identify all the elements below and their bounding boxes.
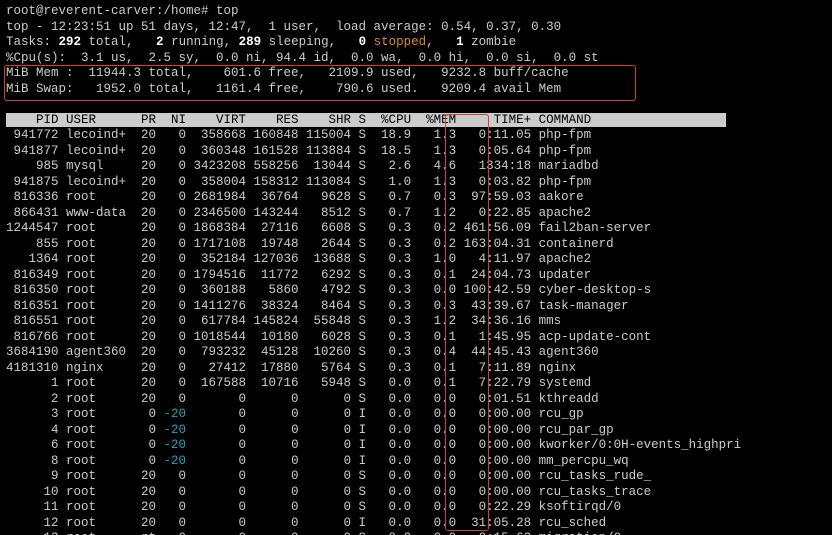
- process-row: 8 root 0 -20 0 0 0 I 0.0 0.0 0:00.00 mm_…: [6, 454, 826, 470]
- process-row: 816336 root 20 0 2681984 36764 9628 S 0.…: [6, 190, 826, 206]
- stopped-label: stopped: [374, 35, 427, 49]
- process-row: 2 root 20 0 0 0 0 S 0.0 0.0 0:01.51 kthr…: [6, 392, 826, 408]
- process-row: 816349 root 20 0 1794516 11772 6292 S 0.…: [6, 268, 826, 284]
- process-row: 3 root 0 -20 0 0 0 I 0.0 0.0 0:00.00 rcu…: [6, 407, 826, 423]
- process-row: 816551 root 20 0 617784 145824 55848 S 0…: [6, 314, 826, 330]
- process-row: 855 root 20 0 1717108 19748 2644 S 0.3 0…: [6, 237, 826, 253]
- process-row: 1244547 root 20 0 1868384 27116 6608 S 0…: [6, 221, 826, 237]
- process-row: 816351 root 20 0 1411276 38324 8464 S 0.…: [6, 299, 826, 315]
- process-row: 866431 www-data 20 0 2346500 143244 8512…: [6, 206, 826, 222]
- process-row: 941877 lecoind+ 20 0 360348 161528 11388…: [6, 144, 826, 160]
- process-row: 6 root 0 -20 0 0 0 I 0.0 0.0 0:00.00 kwo…: [6, 438, 826, 454]
- swap-line: MiB Swap: 1952.0 total, 1161.4 free, 790…: [6, 82, 826, 98]
- process-row: 9 root 20 0 0 0 0 S 0.0 0.0 0:00.00 rcu_…: [6, 469, 826, 485]
- tasks-running: 2: [156, 35, 171, 49]
- tasks-label: Tasks:: [6, 35, 51, 49]
- tasks-zombie: 1: [456, 35, 471, 49]
- process-row: 1 root 20 0 167588 10716 5948 S 0.0 0.1 …: [6, 376, 826, 392]
- blank-line: [6, 97, 826, 113]
- process-row: 3684190 agent360 20 0 793232 45128 10260…: [6, 345, 826, 361]
- tasks-stopped: 0: [359, 35, 374, 49]
- process-row: 4 root 0 -20 0 0 0 I 0.0 0.0 0:00.00 rcu…: [6, 423, 826, 439]
- tasks-sleeping: 289: [239, 35, 269, 49]
- process-row: 816350 root 20 0 360188 5860 4792 S 0.3 …: [6, 283, 826, 299]
- process-row: 941875 lecoind+ 20 0 358004 158312 11308…: [6, 175, 826, 191]
- process-row: 10 root 20 0 0 0 0 S 0.0 0.0 0:00.00 rcu…: [6, 485, 826, 501]
- column-header: PID USER PR NI VIRT RES SHR S %CPU %MEM …: [6, 113, 826, 129]
- uptime-line: top - 12:23:51 up 51 days, 12:47, 1 user…: [6, 20, 826, 36]
- process-row: 816766 root 20 0 1018544 10180 6028 S 0.…: [6, 330, 826, 346]
- shell-prompt: root@reverent-carver:/home# top: [6, 4, 826, 20]
- process-row: 12 root 20 0 0 0 0 I 0.0 0.0 31:05.28 rc…: [6, 516, 826, 532]
- tasks-total: 292: [51, 35, 89, 49]
- process-row: 4181310 nginx 20 0 27412 17880 5764 S 0.…: [6, 361, 826, 377]
- process-row: 11 root 20 0 0 0 0 S 0.0 0.0 0:22.29 kso…: [6, 500, 826, 516]
- process-row: 941772 lecoind+ 20 0 358668 160848 11500…: [6, 128, 826, 144]
- process-row: 1364 root 20 0 352184 127036 13688 S 0.3…: [6, 252, 826, 268]
- process-row: 13 root rt 0 0 0 0 S 0.0 0.0 0:15.63 mig…: [6, 531, 826, 535]
- terminal-output: root@reverent-carver:/home# top top - 12…: [0, 0, 832, 535]
- process-list: 941772 lecoind+ 20 0 358668 160848 11500…: [6, 128, 826, 535]
- mem-line: MiB Mem : 11944.3 total, 601.6 free, 210…: [6, 66, 826, 82]
- process-row: 985 mysql 20 0 3423208 558256 13044 S 2.…: [6, 159, 826, 175]
- tasks-line: Tasks: 292 total, 2 running, 289 sleepin…: [6, 35, 826, 51]
- cpu-line: %Cpu(s): 3.1 us, 2.5 sy, 0.0 ni, 94.4 id…: [6, 51, 826, 67]
